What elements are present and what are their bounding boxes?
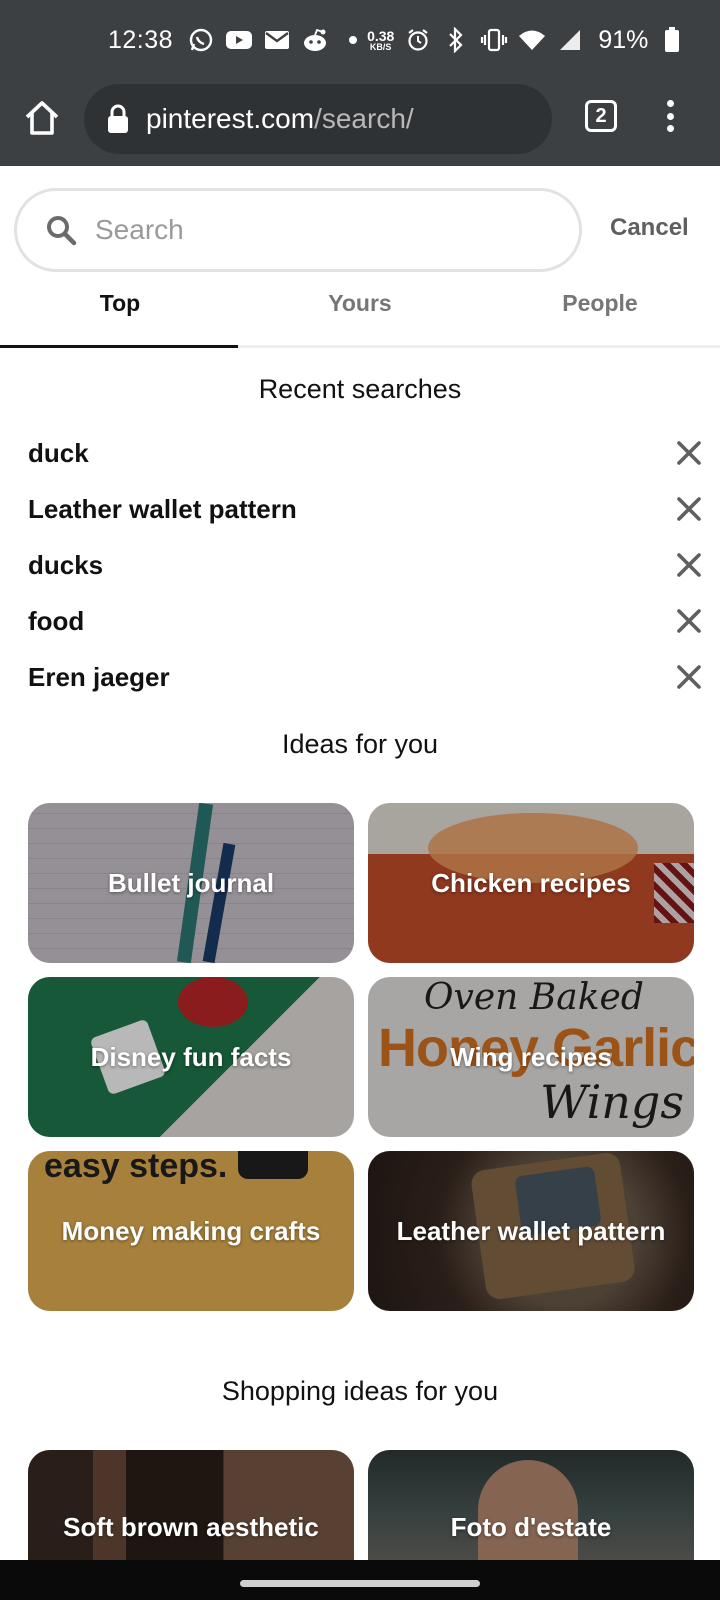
bluetooth-icon [442, 26, 470, 54]
search-input[interactable] [95, 214, 515, 246]
mail-icon [263, 26, 291, 54]
url-path: /search/ [314, 103, 414, 134]
youtube-icon [225, 26, 253, 54]
idea-card-chicken-recipes[interactable]: Chicken recipes [368, 803, 694, 963]
remove-recent-close-icon[interactable] [676, 496, 702, 522]
search-tabs: Top Yours People [0, 276, 720, 348]
ideas-grid: Bullet journal Chicken recipes Disney fu… [28, 803, 694, 1311]
wifi-icon [518, 26, 546, 54]
idea-card-label: Leather wallet pattern [396, 1215, 666, 1246]
recent-search-item[interactable]: Eren jaeger [28, 649, 708, 705]
shopping-card-label: Soft brown aesthetic [63, 1512, 319, 1542]
browser-toolbar: pinterest.com/search/ 2 [0, 80, 720, 166]
battery-icon [658, 26, 686, 54]
idea-card-leather-wallet-pattern[interactable]: Leather wallet pattern [368, 1151, 694, 1311]
recent-search-item[interactable]: Leather wallet pattern [28, 481, 708, 537]
card-overlay [368, 1450, 694, 1560]
address-bar[interactable]: pinterest.com/search/ [84, 84, 552, 154]
home-gesture-handle[interactable] [240, 1580, 480, 1587]
recent-search-label: Eren jaeger [28, 661, 170, 692]
recent-search-label: food [28, 605, 85, 636]
ideas-title: Ideas for you [281, 729, 439, 759]
search-box[interactable] [14, 188, 582, 272]
status-time: 12:38 [108, 25, 174, 54]
network-speed: 0.38 KB/S [367, 27, 395, 52]
tab-top[interactable]: Top [0, 276, 240, 348]
menu-dot-icon [666, 125, 674, 132]
tab-people[interactable]: People [480, 276, 720, 345]
menu-dot-icon [666, 100, 674, 107]
home-icon [25, 101, 59, 135]
overflow-menu-button[interactable] [660, 96, 680, 136]
idea-card-disney-fun-facts[interactable]: Disney fun facts [28, 977, 354, 1137]
shopping-card-label: Foto d'estate [450, 1512, 612, 1542]
recent-search-item[interactable]: duck [28, 425, 708, 481]
cancel-button[interactable]: Cancel [610, 214, 689, 242]
shopping-card-foto-destate[interactable]: Foto d'estate [368, 1450, 694, 1560]
remove-recent-close-icon[interactable] [676, 664, 702, 690]
recent-search-label: Leather wallet pattern [28, 493, 297, 524]
search-row: Cancel [0, 166, 720, 276]
tab-switcher-button[interactable]: 2 [585, 100, 617, 132]
reddit-icon [301, 26, 329, 54]
idea-card-bullet-journal[interactable]: Bullet journal [28, 803, 354, 963]
notification-dot-icon [339, 26, 367, 54]
recent-searches-list: duck Leather wallet pattern ducks food E… [28, 425, 708, 705]
remove-recent-close-icon[interactable] [676, 440, 702, 466]
url-host: pinterest.com [146, 103, 315, 134]
shopping-ideas-grid: Soft brown aesthetic Foto d'estate [28, 1450, 694, 1560]
idea-card-label: Disney fun facts [90, 1041, 292, 1072]
tab-yours[interactable]: Yours [240, 276, 480, 345]
home-button[interactable] [22, 98, 62, 138]
recent-searches-title: Recent searches [258, 374, 462, 404]
recent-search-item[interactable]: food [28, 593, 708, 649]
recent-search-label: ducks [28, 549, 104, 580]
status-bar: 12:38 0.38 KB/S 91% [0, 0, 720, 80]
recent-search-item[interactable]: ducks [28, 537, 708, 593]
idea-card-label: Bullet journal [107, 867, 275, 898]
vibrate-icon [480, 26, 508, 54]
idea-card-money-making-crafts[interactable]: easy steps. Money making crafts [28, 1151, 354, 1311]
shopping-ideas-title: Shopping ideas for you [221, 1376, 499, 1406]
signal-icon [556, 26, 584, 54]
lock-icon [108, 104, 128, 133]
card-overlay [28, 1450, 354, 1560]
idea-card-label: Chicken recipes [431, 867, 631, 898]
idea-card-label: Wing recipes [450, 1041, 612, 1072]
remove-recent-close-icon[interactable] [676, 608, 702, 634]
battery-percent: 91% [598, 25, 649, 54]
recent-search-label: duck [28, 437, 89, 468]
menu-dot-icon [666, 112, 674, 120]
search-icon [47, 216, 77, 246]
shopping-card-soft-brown-aesthetic[interactable]: Soft brown aesthetic [28, 1450, 354, 1560]
idea-card-label: Money making crafts [61, 1215, 321, 1246]
system-navigation-bar [0, 1560, 720, 1600]
remove-recent-close-icon[interactable] [676, 552, 702, 578]
idea-card-wing-recipes[interactable]: Oven Baked Honey Garlic Wings Wing recip… [368, 977, 694, 1137]
alarm-icon [404, 26, 432, 54]
whatsapp-icon [187, 26, 215, 54]
